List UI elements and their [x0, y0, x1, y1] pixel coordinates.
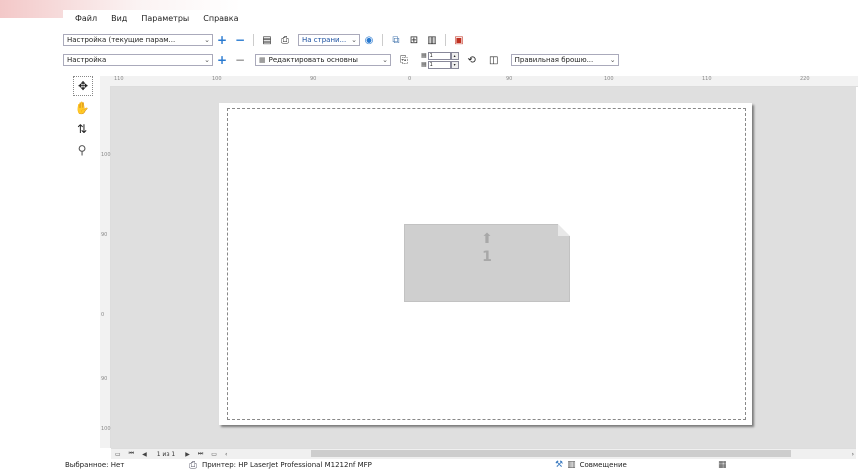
cols-spinner-row: ▦ 1 ▾	[421, 60, 459, 69]
menu-bar: Файл Вид Параметры Справка	[63, 14, 239, 26]
zoom-fit-icon[interactable]: ◉	[362, 33, 376, 47]
grid-icon: ▦	[259, 56, 266, 64]
ruler-label: 220	[800, 76, 810, 82]
left-tool-palette: ✥ ✋ ⇅ ⚲	[73, 76, 95, 162]
menu-parameters[interactable]: Параметры	[141, 14, 189, 26]
page-fit-combo-value: На страни...	[302, 36, 347, 44]
alignment-status[interactable]: ⚒ ▥ Совмещение	[555, 460, 627, 470]
rows-icon: ▦	[421, 52, 427, 59]
pages-per-sheet-spinner: ▦ 1 ▴ ▦ 1 ▾	[421, 51, 459, 69]
cols-stepper[interactable]: ▾	[450, 60, 459, 69]
preset-combo-value: Настройка (текущие парам...	[67, 36, 176, 44]
chevron-down-icon: ⌄	[382, 56, 388, 64]
paper-page: ⬆ 1	[219, 103, 752, 425]
ruler-label: 90	[506, 76, 513, 82]
scan-icon[interactable]: ⎘	[397, 53, 411, 67]
toolbar-top: Настройка (текущие парам... ⌄ + − ▤ ⎙ На…	[63, 32, 468, 48]
page-fit-combo[interactable]: На страни... ⌄	[298, 34, 360, 46]
ruler-label: 100	[101, 426, 111, 432]
printer-status[interactable]: ⎙ Принтер: HP LaserJet Professional M121…	[189, 460, 372, 471]
print-preview-app: Файл Вид Параметры Справка Настройка (те…	[63, 10, 861, 475]
ruler-label: 110	[114, 76, 124, 82]
page-sheet-1[interactable]: ⬆ 1	[404, 224, 570, 302]
ruler-vertical: 100 90 0 90 100	[100, 86, 111, 448]
toolbar-separator	[445, 34, 446, 46]
preview-canvas[interactable]: ⬆ 1	[111, 87, 856, 448]
close-preview-icon[interactable]: ▣	[452, 33, 466, 47]
brochure-combo-value: Правильная брошю...	[514, 56, 594, 64]
rows-input[interactable]: 1	[427, 51, 451, 60]
printer-icon: ⎙	[189, 459, 197, 471]
setup-combo-value: Настройка	[67, 56, 107, 64]
rows-spinner-row: ▦ 1 ▴	[421, 51, 459, 60]
remove-preset-icon[interactable]: −	[233, 33, 247, 47]
selection-status: Выбранное: Нет	[65, 461, 125, 469]
columns-icon[interactable]: ⊞	[407, 33, 421, 47]
chevron-down-icon: ⌄	[609, 56, 616, 64]
copy-pages-icon[interactable]: ⧉	[389, 33, 403, 47]
ruler-label: 0	[101, 312, 105, 318]
ruler-label: 90	[310, 76, 317, 82]
select-tool-icon[interactable]: ✥	[73, 76, 93, 96]
cols-icon: ▦	[421, 61, 427, 68]
remove-setup-icon[interactable]: −	[233, 53, 247, 67]
brochure-combo[interactable]: Правильная брошю... ⌄	[510, 54, 619, 66]
alignment-label: Совмещение	[579, 461, 627, 469]
print-icon[interactable]: ⎙	[278, 33, 292, 47]
printer-label: Принтер: HP LaserJet Professional M1212n…	[202, 461, 372, 469]
chevron-down-icon: ⌄	[204, 36, 210, 44]
pan-tool-icon[interactable]: ✋	[73, 99, 91, 117]
ruler-horizontal: 110 100 90 0 90 100 110 220	[100, 76, 858, 87]
menu-file[interactable]: Файл	[75, 14, 97, 26]
ruler-label: 100	[212, 76, 222, 82]
menu-help[interactable]: Справка	[203, 14, 238, 26]
page-split-icon[interactable]: ▥	[425, 33, 439, 47]
duplex-icon[interactable]: ◫	[487, 53, 501, 67]
add-preset-icon[interactable]: +	[215, 33, 229, 47]
rotate-icon[interactable]: ⟲	[465, 53, 479, 67]
alignment-icon: ⚒	[555, 460, 564, 470]
edit-base-combo-value: Редактировать основны	[268, 56, 358, 64]
chevron-down-icon: ⌄	[204, 56, 210, 64]
align-grid-icon: ▥	[567, 460, 576, 470]
toolbar-separator	[253, 34, 254, 46]
rows-stepper[interactable]: ▴	[450, 51, 459, 60]
edit-base-combo[interactable]: ▦ Редактировать основны ⌄	[255, 54, 391, 66]
status-bar: Выбранное: Нет ⎙ Принтер: HP LaserJet Pr…	[63, 456, 861, 474]
chevron-down-icon: ⌄	[351, 36, 357, 44]
ruler-label: 90	[101, 376, 108, 382]
sheet-page-number: 1	[482, 249, 492, 265]
preset-combo[interactable]: Настройка (текущие парам... ⌄	[63, 34, 213, 46]
menu-view[interactable]: Вид	[111, 14, 127, 26]
calculator-icon[interactable]: ▦	[718, 460, 727, 470]
zoom-tool-icon[interactable]: ⚲	[73, 141, 91, 159]
move-page-tool-icon[interactable]: ⇅	[73, 120, 91, 138]
ruler-label: 110	[702, 76, 712, 82]
toolbar-separator	[382, 34, 383, 46]
ruler-label: 0	[408, 76, 412, 82]
setup-combo[interactable]: Настройка ⌄	[63, 54, 213, 66]
ruler-label: 90	[101, 232, 108, 238]
ruler-label: 100	[101, 152, 111, 158]
orientation-arrow-icon: ⬆	[481, 231, 493, 247]
ruler-label: 100	[604, 76, 614, 82]
toolbar-bottom: Настройка ⌄ + − ▦ Редактировать основны …	[63, 51, 619, 69]
add-setup-icon[interactable]: +	[215, 53, 229, 67]
page-layout-icon[interactable]: ▤	[260, 33, 274, 47]
cols-input[interactable]: 1	[427, 60, 451, 69]
